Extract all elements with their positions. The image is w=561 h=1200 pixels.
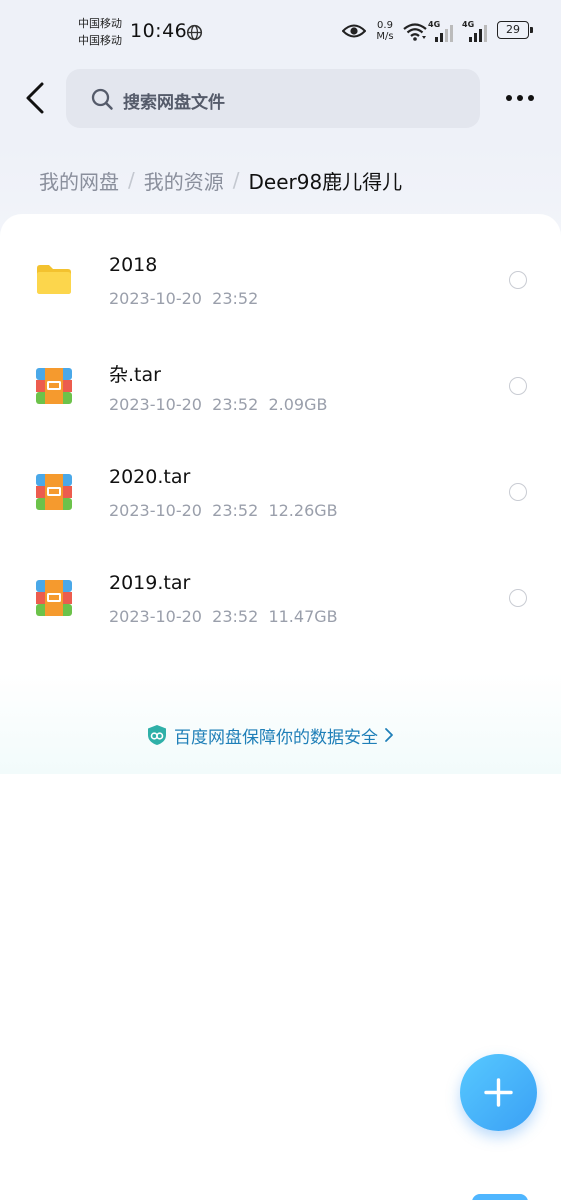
search-input[interactable]: 搜索网盘文件 xyxy=(66,69,480,128)
archive-icon xyxy=(36,368,72,404)
archive-icon xyxy=(36,474,72,510)
safety-text: 百度网盘保障你的数据安全 xyxy=(174,727,378,748)
carrier-2: 中国移动 xyxy=(78,34,122,47)
file-row[interactable]: 2020.tar 2023-10-20 23:52 12.26GB xyxy=(0,426,561,532)
data-safety-link[interactable]: 百度网盘保障你的数据安全 xyxy=(146,722,396,748)
select-radio[interactable] xyxy=(509,589,527,607)
select-radio[interactable] xyxy=(509,483,527,501)
file-name: 2020.tar xyxy=(109,466,191,488)
speed-unit: M/s xyxy=(376,31,394,42)
signal-bars-icon xyxy=(469,25,487,42)
file-row[interactable]: 2018 2023-10-20 23:52 xyxy=(0,214,561,320)
file-meta: 2023-10-20 23:52 xyxy=(109,289,259,308)
archive-icon xyxy=(36,580,72,616)
carrier-1: 中国移动 xyxy=(78,17,122,30)
search-placeholder: 搜索网盘文件 xyxy=(123,93,225,113)
eye-icon xyxy=(342,24,366,38)
file-row[interactable]: 2019.tar 2023-10-20 23:52 11.47GB xyxy=(0,532,561,638)
speed-value: 0.9 xyxy=(377,20,393,31)
add-button[interactable] xyxy=(460,1054,537,1131)
chevron-left-icon xyxy=(26,82,44,114)
plus-icon xyxy=(484,1078,513,1107)
clock: 10:46 xyxy=(130,20,188,42)
more-options-button[interactable] xyxy=(500,82,540,114)
bottom-sheet-peek xyxy=(472,1194,528,1200)
breadcrumb-separator: / xyxy=(232,168,240,192)
select-radio[interactable] xyxy=(509,377,527,395)
signal-bars-icon xyxy=(435,25,453,42)
breadcrumb-item-current: Deer98鹿儿得儿 xyxy=(248,169,403,194)
file-list: 2018 2023-10-20 23:52 杂.tar 2023-10-20 2… xyxy=(0,214,561,774)
file-row[interactable]: 杂.tar 2023-10-20 23:52 2.09GB xyxy=(0,320,561,426)
breadcrumb-item-my-drive[interactable]: 我的网盘 xyxy=(39,166,119,195)
file-meta: 2023-10-20 23:52 11.47GB xyxy=(109,607,338,626)
globe-icon xyxy=(186,24,203,41)
folder-icon xyxy=(37,265,71,294)
file-meta: 2023-10-20 23:52 12.26GB xyxy=(109,501,338,520)
status-bar: 中国移动 中国移动 10:46 0.9 M/s 4G 4G 29 xyxy=(0,0,561,64)
breadcrumb-item-my-resources[interactable]: 我的资源 xyxy=(144,166,224,195)
carrier-labels: 中国移动 中国移动 xyxy=(78,15,122,49)
back-button[interactable] xyxy=(18,78,54,118)
battery-indicator: 29 xyxy=(497,21,533,39)
chevron-right-icon xyxy=(385,728,393,742)
file-meta: 2023-10-20 23:52 2.09GB xyxy=(109,395,328,414)
select-radio[interactable] xyxy=(509,271,527,289)
wifi-icon xyxy=(403,23,427,41)
more-dots-icon xyxy=(506,95,534,101)
breadcrumb: 我的网盘 / 我的资源 / Deer98鹿儿得儿 xyxy=(39,166,402,194)
file-name: 2019.tar xyxy=(109,572,191,594)
shield-icon xyxy=(148,725,166,745)
file-name: 2018 xyxy=(109,254,158,276)
file-name: 杂.tar xyxy=(109,364,161,386)
search-icon xyxy=(91,88,113,110)
breadcrumb-separator: / xyxy=(128,168,135,192)
cell-signal-1: 4G xyxy=(428,20,458,42)
network-speed: 0.9 M/s xyxy=(372,20,398,42)
cell-signal-2: 4G xyxy=(462,20,492,42)
